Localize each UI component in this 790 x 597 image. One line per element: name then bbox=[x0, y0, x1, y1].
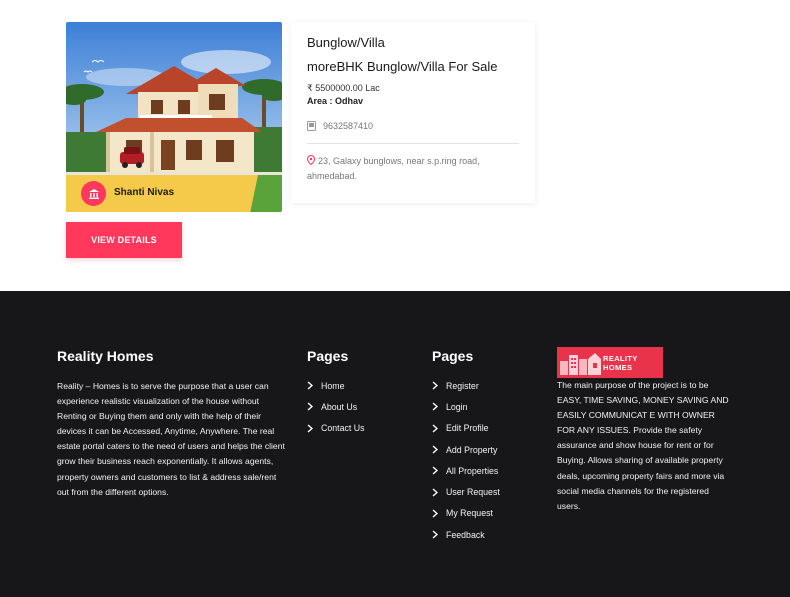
owner-tag: Shanti Nivas bbox=[66, 175, 258, 212]
property-area: Area : Odhav bbox=[307, 96, 364, 106]
chevron-right-icon bbox=[432, 509, 438, 518]
footer-link-add-property[interactable]: Add Property bbox=[432, 439, 500, 460]
footer-link-user-request[interactable]: User Request bbox=[432, 481, 500, 502]
about-text: Reality – Homes is to serve the purpose … bbox=[57, 381, 285, 497]
phone-number: 9632587410 bbox=[323, 121, 374, 131]
footer-link-login[interactable]: Login bbox=[432, 396, 500, 417]
chevron-right-icon bbox=[432, 402, 438, 411]
chevron-right-icon bbox=[307, 424, 313, 433]
footer-link-feedback[interactable]: Feedback bbox=[432, 524, 500, 545]
footer-link-my-request[interactable]: My Request bbox=[432, 503, 500, 524]
bank-icon bbox=[81, 181, 106, 206]
footer-link-home[interactable]: Home bbox=[307, 375, 365, 396]
logo-text: REALITY HOMES bbox=[603, 354, 638, 372]
property-price: ₹ 5500000.00 Lac bbox=[307, 83, 380, 93]
property-title[interactable]: moreBHK Bunglow/Villa For Sale bbox=[307, 59, 498, 74]
property-address: 23, Galaxy bunglows, near s.p.ring road,… bbox=[307, 156, 480, 181]
chevron-right-icon bbox=[432, 381, 438, 390]
location-pin-icon bbox=[306, 154, 316, 166]
owner-name: Shanti Nivas bbox=[114, 187, 175, 198]
chevron-right-icon bbox=[307, 381, 313, 390]
pages-links-1: Home About Us Contact Us bbox=[307, 375, 365, 439]
footer-link-register[interactable]: Register bbox=[432, 375, 500, 396]
pages-heading-2: Pages bbox=[432, 348, 474, 364]
chevron-right-icon bbox=[432, 424, 438, 433]
chevron-right-icon bbox=[432, 466, 438, 475]
chevron-right-icon bbox=[307, 402, 313, 411]
property-details-card: Bunglow/Villa moreBHK Bunglow/Villa For … bbox=[291, 22, 535, 203]
footer-link-all-properties[interactable]: All Properties bbox=[432, 460, 500, 481]
property-type: Bunglow/Villa bbox=[307, 35, 385, 50]
chevron-right-icon bbox=[432, 530, 438, 539]
footer-link-about-us[interactable]: About Us bbox=[307, 396, 365, 417]
property-listing: Shanti Nivas Bunglow/Villa moreBHK Bungl… bbox=[0, 0, 790, 291]
pages-links-2: Register Login Edit Profile Add Property… bbox=[432, 375, 500, 545]
reality-homes-logo[interactable]: REALITY HOMES bbox=[557, 347, 663, 378]
address-row: 23, Galaxy bunglows, near s.p.ring road,… bbox=[306, 154, 517, 184]
footer-link-edit-profile[interactable]: Edit Profile bbox=[432, 418, 500, 439]
chevron-right-icon bbox=[432, 445, 438, 454]
card-divider bbox=[307, 143, 519, 144]
pages-heading-1: Pages bbox=[307, 348, 349, 364]
about-heading: Reality Homes bbox=[57, 348, 154, 364]
site-footer: Reality Homes Reality – Homes is to serv… bbox=[0, 291, 790, 597]
phone-icon bbox=[307, 121, 316, 131]
view-details-button[interactable]: VIEW DETAILS bbox=[66, 222, 182, 258]
purpose-text: The main purpose of the project is to be… bbox=[557, 380, 729, 511]
footer-link-contact-us[interactable]: Contact Us bbox=[307, 418, 365, 439]
chevron-right-icon bbox=[432, 488, 438, 497]
phone-row: 9632587410 bbox=[307, 121, 373, 131]
